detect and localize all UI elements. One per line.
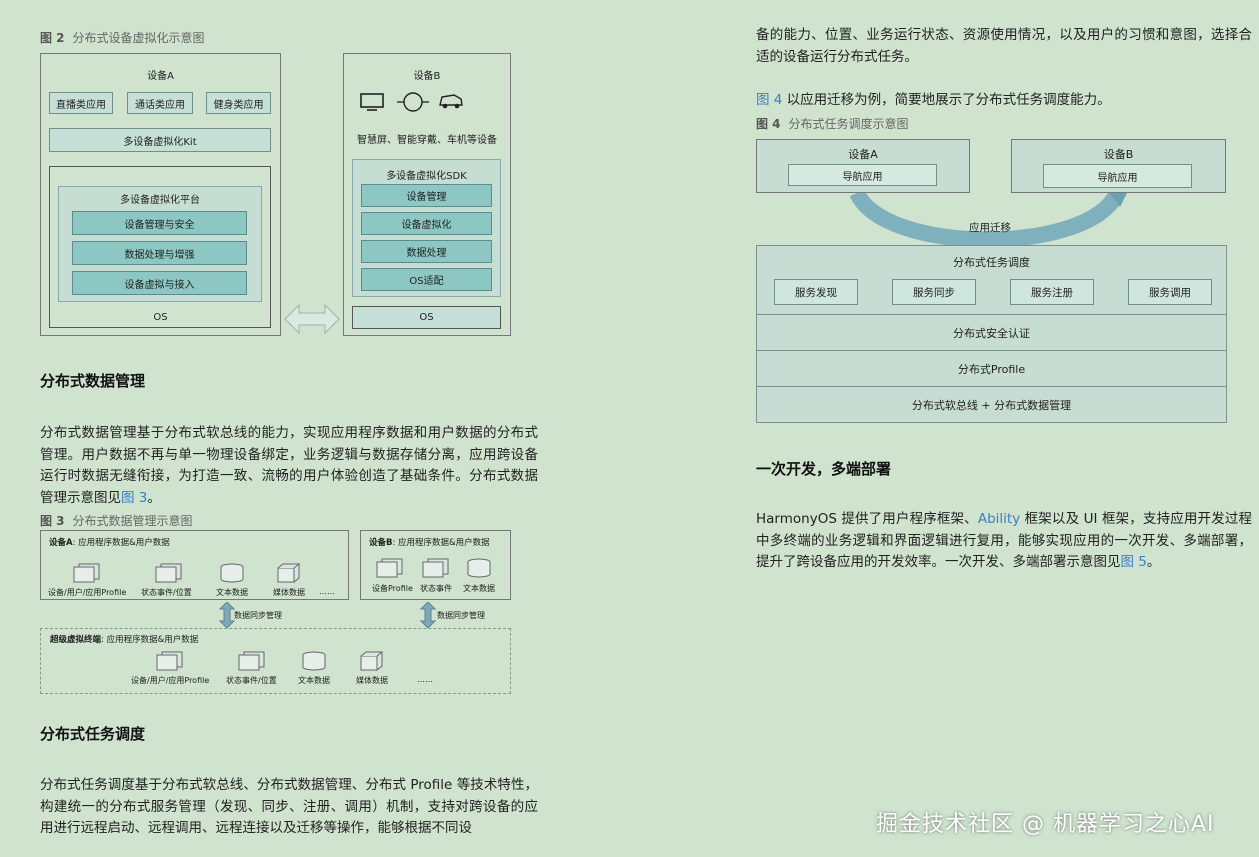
paragraph-text: HarmonyOS 提供了用户程序框架、 <box>756 511 978 527</box>
fig3-item-label: 状态事件/位置 <box>226 676 277 685</box>
cube-icon <box>277 563 301 583</box>
fig2-app-box: 健身类应用 <box>206 92 271 114</box>
folder-stack-icon <box>238 651 265 671</box>
folder-stack-icon <box>376 558 403 578</box>
fig2-sdk-module: OS适配 <box>361 268 492 291</box>
double-arrow-icon <box>284 303 340 335</box>
fig3-terminal-name: 超级虚拟终端 <box>50 635 102 645</box>
tv-icon <box>360 93 384 111</box>
fig3-device-b-name: 设备B <box>369 538 393 548</box>
paragraph-text: 。 <box>1146 554 1161 570</box>
fig2-sdk-module: 设备管理 <box>361 184 492 207</box>
car-icon <box>439 94 463 109</box>
fig4-layer: 分布式软总线 + 分布式数据管理 <box>756 386 1227 423</box>
fig2-device-b-title: 设备B <box>413 71 441 82</box>
folder-stack-icon <box>422 558 449 578</box>
fig3-item-label: 设备/用户/应用Profile <box>48 588 127 597</box>
folder-stack-icon <box>73 563 100 583</box>
figure-title: 分布式数据管理示意图 <box>72 514 193 528</box>
sync-arrow-icon <box>420 602 436 628</box>
fig2-module-box: 数据处理与增强 <box>72 241 247 265</box>
figure-number: 图 4 <box>756 117 781 131</box>
figure-4-caption: 图 4 分布式任务调度示意图 <box>756 115 909 132</box>
figure-title: 分布式设备虚拟化示意图 <box>72 31 205 45</box>
fig4-device-a-title: 设备A <box>848 148 878 161</box>
watermark-text: 掘金技术社区 @ 机器学习之心AI <box>876 812 1215 837</box>
fig2-app-box: 直播类应用 <box>49 92 113 114</box>
fig4-service-box: 服务同步 <box>892 279 976 305</box>
fig3-item-label: 文本数据 <box>463 584 495 593</box>
fig2-sdk-module: 设备虚拟化 <box>361 212 492 235</box>
fig2-kit-box: 多设备虚拟化Kit <box>49 128 271 152</box>
folder-stack-icon <box>156 651 183 671</box>
fig2-device-b-desc: 智慧屏、智能穿戴、车机等设备 <box>357 135 497 146</box>
fig3-item-label: 状态事件/位置 <box>141 588 192 597</box>
section-heading: 分布式任务调度 <box>40 725 146 743</box>
section-paragraph: HarmonyOS 提供了用户程序框架、Ability 框架以及 UI 框架，支… <box>756 509 1252 574</box>
section-paragraph: 分布式数据管理基于分布式软总线的能力，实现应用程序数据和用户数据的分布式管理。用… <box>40 423 538 509</box>
paragraph-text: 。 <box>147 489 161 506</box>
folder-stack-icon <box>155 563 182 583</box>
sync-arrow-icon <box>219 602 235 628</box>
fig3-sync-label: 数据同步管理 <box>437 611 485 620</box>
fig3-item-label: …… <box>319 587 335 596</box>
fig2-module-box: 设备虚拟与接入 <box>72 271 247 295</box>
fig2-app-box: 通话类应用 <box>127 92 193 114</box>
figure-3-link[interactable]: 图 3 <box>121 490 147 506</box>
figure-5-link[interactable]: 图 5 <box>1121 554 1147 570</box>
figure-3-caption: 图 3 分布式数据管理示意图 <box>40 512 193 529</box>
fig3-item-label: 文本数据 <box>216 588 248 597</box>
fig4-migrate-label: 应用迁移 <box>969 222 1011 234</box>
fig3-device-a-subtitle: : 应用程序数据&用户数据 <box>72 538 170 548</box>
fig3-item-label: 状态事件 <box>420 584 452 593</box>
fig3-terminal-subtitle: : 应用程序数据&用户数据 <box>101 635 199 645</box>
database-icon <box>220 563 244 583</box>
smartwatch-icon <box>397 92 429 112</box>
fig3-device-b-subtitle: : 应用程序数据&用户数据 <box>392 538 490 548</box>
fig3-device-b-title: 设备B: 应用程序数据&用户数据 <box>369 536 490 548</box>
section-paragraph: 分布式任务调度基于分布式软总线、分布式数据管理、分布式 Profile 等技术特… <box>40 777 538 836</box>
fig3-item-label: 媒体数据 <box>356 676 388 685</box>
fig2-platform-title: 多设备虚拟化平台 <box>120 195 200 206</box>
figure-4-link[interactable]: 图 4 <box>756 92 782 108</box>
database-icon <box>302 651 326 671</box>
figure-2-caption: 图 2 分布式设备虚拟化示意图 <box>40 29 205 46</box>
fig4-service-box: 服务发现 <box>774 279 858 305</box>
fig2-os-box: OS <box>352 306 501 329</box>
section-heading: 分布式数据管理 <box>40 372 146 390</box>
figure-number: 图 2 <box>40 31 65 45</box>
fig2-sdk-module: 数据处理 <box>361 240 492 263</box>
fig4-layer: 分布式Profile <box>756 350 1227 387</box>
ability-link[interactable]: Ability <box>978 511 1020 527</box>
cube-icon <box>360 651 384 671</box>
fig3-item-label: 文本数据 <box>298 676 330 685</box>
fig3-device-a-name: 设备A <box>49 538 73 548</box>
fig3-item-label: 媒体数据 <box>273 588 305 597</box>
fig3-item-label: 设备/用户/应用Profile <box>131 676 210 685</box>
fig4-service-box: 服务注册 <box>1010 279 1094 305</box>
fig2-sdk-title: 多设备虚拟化SDK <box>386 171 467 182</box>
fig2-module-box: 设备管理与安全 <box>72 211 247 235</box>
figure-4-intro: 图 4 以应用迁移为例，简要地展示了分布式任务调度能力。 <box>756 90 1252 112</box>
fig4-nav-app: 导航应用 <box>1043 164 1192 188</box>
fig2-os-label: OS <box>153 312 168 323</box>
fig3-terminal-title: 超级虚拟终端: 应用程序数据&用户数据 <box>50 633 198 645</box>
fig3-sync-label: 数据同步管理 <box>234 611 282 620</box>
fig3-item-label: 设备Profile <box>372 584 413 593</box>
fig4-layer: 分布式安全认证 <box>756 314 1227 351</box>
database-icon <box>467 558 491 578</box>
fig2-device-a-title: 设备A <box>147 71 174 82</box>
section-heading: 一次开发，多端部署 <box>756 460 892 478</box>
paragraph-text: 分布式数据管理基于分布式软总线的能力，实现应用程序数据和用户数据的分布式管理。用… <box>40 425 538 506</box>
fig3-item-label: …… <box>417 675 433 684</box>
figure-title: 分布式任务调度示意图 <box>788 117 909 131</box>
fig3-device-a-title: 设备A: 应用程序数据&用户数据 <box>49 536 170 548</box>
fig4-device-b-title: 设备B <box>1103 148 1134 161</box>
fig4-nav-app: 导航应用 <box>788 164 937 186</box>
fig4-service-box: 服务调用 <box>1128 279 1212 305</box>
paragraph-text: 以应用迁移为例，简要地展示了分布式任务调度能力。 <box>782 92 1111 108</box>
section-paragraph: 备的能力、位置、业务运行状态、资源使用情况，以及用户的习惯和意图，选择合适的设备… <box>756 27 1252 65</box>
figure-number: 图 3 <box>40 514 65 528</box>
fig4-scheduler-title: 分布式任务调度 <box>953 256 1030 269</box>
